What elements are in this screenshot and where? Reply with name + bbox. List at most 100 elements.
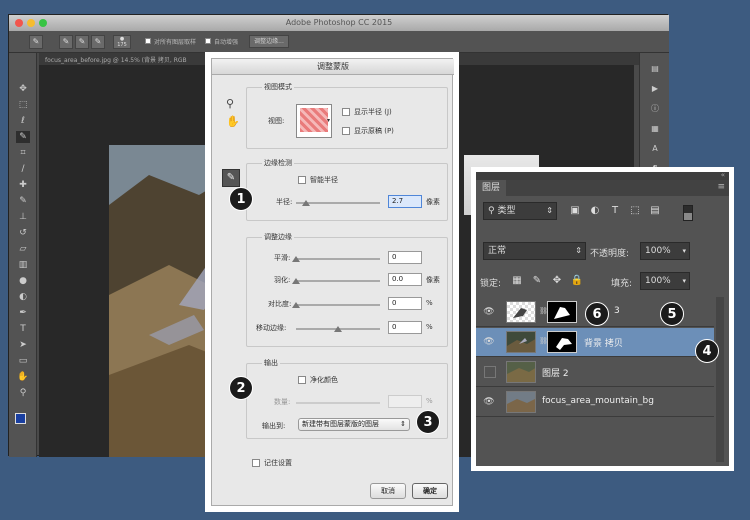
radius-input[interactable]: 2.7 (388, 195, 422, 208)
character-panel-icon[interactable]: A (649, 143, 661, 155)
link-icon[interactable]: ⛓ (539, 307, 548, 317)
shift-edge-slider-knob[interactable] (334, 326, 342, 332)
info-icon: ⓘ (651, 104, 659, 113)
smooth-slider-track[interactable] (296, 258, 380, 260)
shape-tool[interactable]: ▭ (16, 355, 30, 367)
zoom-icon[interactable]: ⚲ (226, 97, 234, 110)
layer-mask-thumbnail[interactable] (547, 331, 577, 353)
remember-settings-checkbox[interactable] (252, 459, 260, 467)
hand-tool[interactable]: ✋ (16, 371, 30, 383)
foreground-color-swatch[interactable] (15, 413, 26, 424)
dodge-tool[interactable]: ◐ (16, 291, 30, 303)
type-tool[interactable]: T (16, 323, 30, 335)
shift-edge-label: 移动边缘: (256, 324, 287, 332)
add-selection-button[interactable]: ✎ (75, 35, 89, 49)
radius-slider-knob[interactable] (302, 200, 311, 206)
show-radius-checkbox[interactable] (342, 108, 350, 116)
decontaminate-label: 净化颜色 (310, 376, 338, 384)
brush-size-picker[interactable]: ● 175 (113, 35, 131, 49)
layers-scrollbar[interactable] (716, 297, 724, 462)
visibility-toggle-off[interactable] (484, 366, 496, 378)
healing-tool[interactable]: ✚ (16, 179, 30, 191)
view-mode-thumbnail (300, 108, 328, 132)
clone-stamp-tool[interactable]: ⊥ (16, 211, 30, 223)
contrast-slider-track[interactable] (296, 304, 380, 306)
layer-row-layer-2[interactable]: 图层 2 (476, 358, 714, 387)
brush-tool[interactable]: ✎ (16, 195, 30, 207)
panel-menu-icon[interactable]: ≡ (717, 182, 725, 192)
contrast-input[interactable]: 0 (388, 297, 422, 310)
mountain-thumbnail (507, 368, 535, 382)
lock-pixels-icon[interactable]: ✎ (530, 274, 544, 288)
cancel-button[interactable]: 取消 (370, 483, 406, 499)
image-filter-icon[interactable]: ▣ (568, 204, 582, 218)
feather-slider-track[interactable] (296, 280, 380, 282)
eye-icon[interactable]: 👁 (482, 396, 496, 408)
new-selection-button[interactable]: ✎ (59, 35, 73, 49)
type-filter-icon[interactable]: T (608, 204, 622, 218)
play-panel-icon[interactable]: ▶ (649, 83, 661, 95)
move-tool[interactable]: ✥ (16, 83, 30, 95)
eraser-tool[interactable]: ▱ (16, 243, 30, 255)
fill-input[interactable]: 100% ▾ (640, 272, 690, 290)
options-bar: ✎ ✎ ✎ ✎ ● 175 对所有图层取样 自动增强 调整边缘... (9, 31, 669, 53)
eyedropper-tool[interactable]: ∕ (16, 163, 30, 175)
feather-input[interactable]: 0.0 (388, 273, 422, 286)
layer-mask-thumbnail[interactable] (547, 301, 577, 323)
layer-filter-select[interactable]: ⚲ 类型 ⇕ (483, 202, 557, 220)
brush-panel-icon[interactable]: ▦ (649, 123, 661, 135)
link-icon[interactable]: ⛓ (539, 337, 548, 347)
layers-tab[interactable]: 图层 (476, 180, 507, 196)
zoom-tool[interactable]: ⚲ (16, 387, 30, 399)
layer-thumbnail (506, 361, 536, 383)
auto-enhance-checkbox[interactable] (205, 38, 211, 44)
refine-radius-tool[interactable]: ✎ (222, 169, 240, 187)
smart-radius-checkbox[interactable] (298, 176, 306, 184)
smart-object-filter-icon[interactable]: ▤ (648, 204, 662, 218)
ok-button[interactable]: 确定 (412, 483, 448, 499)
pen-tool[interactable]: ✒ (16, 307, 30, 319)
decontaminate-checkbox[interactable] (298, 376, 306, 384)
crop-tool[interactable]: ⌗ (16, 147, 30, 159)
search-icon: ⚲ (488, 206, 495, 216)
view-mode-picker[interactable]: ▾ (296, 104, 332, 138)
shift-edge-input[interactable]: 0 (388, 321, 422, 334)
history-brush-tool[interactable]: ↺ (16, 227, 30, 239)
lock-position-icon[interactable]: ✥ (550, 274, 564, 288)
sample-all-layers-checkbox[interactable] (145, 38, 151, 44)
layer-row-mountain-bg[interactable]: 👁 focus_area_mountain_bg (476, 388, 714, 417)
smooth-input[interactable]: 0 (388, 251, 422, 264)
properties-panel-icon[interactable]: ⓘ (649, 103, 661, 115)
output-to-select[interactable]: 新建带有图层蒙版的图层 ⇕ (298, 418, 410, 431)
marquee-tool[interactable]: ⬚ (16, 99, 30, 111)
filter-toggle[interactable] (683, 205, 693, 221)
blend-mode-select[interactable]: 正常 ⇕ (483, 242, 586, 260)
brush-panel-glyph: ▦ (651, 124, 659, 133)
refine-edge-button[interactable]: 调整边缘... (249, 35, 289, 48)
adjustment-filter-icon[interactable]: ◐ (588, 204, 602, 218)
contrast-slider-knob[interactable] (292, 302, 300, 308)
subtract-selection-button[interactable]: ✎ (91, 35, 105, 49)
smooth-slider-knob[interactable] (292, 256, 300, 262)
layer-row-background-copy[interactable]: 👁 ⛓ 背景 拷贝 (476, 328, 714, 357)
view-mode-label: 视图模式 (262, 82, 294, 92)
hand-icon[interactable]: ✋ (226, 115, 240, 128)
history-panel-icon[interactable]: ▤ (649, 63, 661, 75)
eye-icon[interactable]: 👁 (482, 306, 496, 318)
shape-filter-icon[interactable]: ⬚ (628, 204, 642, 218)
quick-selection-tool[interactable]: ✎ (16, 131, 30, 143)
lasso-tool[interactable]: ℓ (16, 115, 30, 127)
collapse-icon[interactable]: « (721, 171, 725, 179)
lock-transparency-icon[interactable]: ▦ (510, 274, 524, 288)
eye-icon[interactable]: 👁 (482, 336, 496, 348)
feather-slider-knob[interactable] (292, 278, 300, 284)
lock-all-icon[interactable]: 🔒 (570, 274, 584, 288)
gradient-tool[interactable]: ▥ (16, 259, 30, 271)
contrast-label: 对比度: (268, 300, 292, 308)
chevron-down-icon: ▾ (327, 117, 331, 124)
blur-tool[interactable]: ● (16, 275, 30, 287)
brush-tool-preset[interactable]: ✎ (29, 35, 43, 49)
show-original-checkbox[interactable] (342, 127, 350, 135)
path-selection-tool[interactable]: ➤ (16, 339, 30, 351)
opacity-input[interactable]: 100% ▾ (640, 242, 690, 260)
